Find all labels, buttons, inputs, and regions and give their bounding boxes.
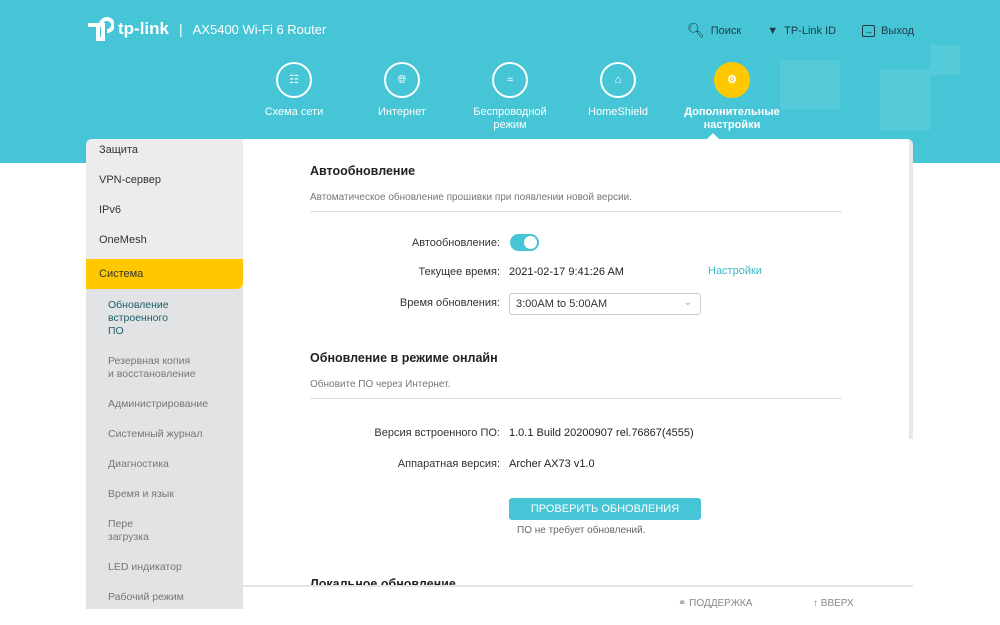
globe-icon: 🌐︎ bbox=[384, 62, 420, 98]
sidebar-item-onemesh[interactable]: OneMesh bbox=[86, 229, 243, 259]
support-link[interactable]: ⚭ ПОДДЕРЖКА bbox=[678, 598, 752, 609]
nav-homeshield[interactable]: ⌂ HomeShield bbox=[564, 62, 672, 132]
sub-diagnostics[interactable]: Диагностика bbox=[86, 458, 243, 471]
top-label: ВВЕРХ bbox=[820, 598, 854, 609]
sub-reboot[interactable]: Пере загрузка bbox=[86, 518, 149, 544]
check-updates-button[interactable]: ПРОВЕРИТЬ ОБНОВЛЕНИЯ bbox=[509, 498, 701, 520]
search-label: Поиск bbox=[710, 24, 742, 37]
hardware-version-label: Аппаратная версия: bbox=[397, 458, 500, 470]
footer: ⚭ ПОДДЕРЖКА ↑ ВВЕРХ bbox=[243, 585, 913, 625]
sub-system-log[interactable]: Системный журнал bbox=[86, 428, 243, 441]
sidebar-item-vpn[interactable]: VPN-сервер bbox=[86, 169, 243, 199]
sidebar-item-ipv6[interactable]: IPv6 bbox=[86, 199, 243, 229]
content-card: Защита VPN-сервер IPv6 OneMesh Система О… bbox=[86, 139, 913, 609]
sub-administration[interactable]: Администрирование bbox=[86, 398, 243, 411]
auto-update-toggle[interactable] bbox=[510, 234, 539, 251]
sub-operation-mode[interactable]: Рабочий режим bbox=[86, 591, 243, 604]
logout-icon: → bbox=[862, 24, 876, 37]
search-button[interactable]: 🔍︎ Поиск bbox=[687, 22, 741, 39]
sidebar: Защита VPN-сервер IPv6 OneMesh Система О… bbox=[86, 139, 243, 609]
nav-internet[interactable]: 🌐︎ Интернет bbox=[348, 62, 456, 132]
nav-label: HomeShield bbox=[588, 106, 648, 118]
tp-link-logo-icon bbox=[88, 17, 114, 41]
tplink-id-button[interactable]: ▼ TP-Link ID bbox=[767, 22, 836, 39]
wifi-icon: ≈ bbox=[492, 62, 528, 98]
firmware-version-value: 1.0.1 Build 20200907 rel.76867(4555) bbox=[509, 427, 694, 439]
auto-update-desc: Автоматическое обновление прошивки при п… bbox=[310, 192, 842, 212]
search-icon: 🔍︎ bbox=[686, 22, 705, 38]
nav-label: Беспроводной режим bbox=[473, 106, 547, 131]
support-label: ПОДДЕРЖКА bbox=[689, 598, 753, 609]
update-window-value: 3:00AM to 5:00AM bbox=[516, 298, 608, 310]
logout-button[interactable]: → Выход bbox=[862, 22, 914, 39]
logout-label: Выход bbox=[881, 24, 914, 37]
online-update-desc: Обновите ПО через Интернет. bbox=[310, 379, 842, 399]
sidebar-item-system[interactable]: Система bbox=[86, 259, 243, 289]
router-model: AX5400 Wi-Fi 6 Router bbox=[192, 21, 327, 37]
settings-link[interactable]: Настройки bbox=[708, 265, 762, 277]
back-to-top-link[interactable]: ↑ ВВЕРХ bbox=[813, 598, 854, 609]
sub-led[interactable]: LED индикатор bbox=[86, 561, 243, 574]
nav-label: Интернет bbox=[378, 106, 426, 118]
nav-advanced[interactable]: ⚙ Дополнительные настройки bbox=[672, 62, 792, 132]
current-time-value: 2021-02-17 9:41:26 AM bbox=[509, 266, 624, 278]
user-icon: ▼ bbox=[767, 24, 779, 37]
chevron-down-icon: ⌄ bbox=[683, 297, 692, 308]
nav-label: Схема сети bbox=[264, 106, 324, 118]
gear-icon: ⚙ bbox=[714, 62, 750, 98]
update-window-label: Время обновления: bbox=[399, 297, 500, 309]
nav-wireless[interactable]: ≈ Беспроводной режим bbox=[456, 62, 564, 132]
update-status: ПО не требует обновлений. bbox=[517, 525, 646, 536]
sub-firmware-update[interactable]: Обновление встроенного ПО bbox=[86, 299, 186, 338]
arrow-up-icon: ↑ bbox=[813, 598, 821, 609]
nav-network-map[interactable]: ☷ Схема сети bbox=[240, 62, 348, 132]
online-update-title: Обновление в режиме онлайн bbox=[310, 351, 498, 365]
update-window-select[interactable]: 3:00AM to 5:00AM ⌄ bbox=[509, 293, 701, 315]
nav-label: Дополнительные настройки bbox=[684, 106, 780, 131]
sidebar-item-security[interactable]: Защита bbox=[86, 139, 243, 169]
brand-name: tp-link bbox=[118, 19, 169, 38]
sub-backup[interactable]: Резервная копия и восстановление bbox=[86, 355, 196, 381]
headset-icon: ⚭ bbox=[678, 598, 690, 609]
network-map-icon: ☷ bbox=[276, 62, 312, 98]
house-shield-icon: ⌂ bbox=[600, 62, 636, 98]
sub-time-language[interactable]: Время и язык bbox=[86, 488, 243, 501]
auto-update-title: Автообновление bbox=[310, 164, 416, 178]
hardware-version-value: Archer AX73 v1.0 bbox=[509, 458, 595, 470]
tp-link-logo[interactable]: tp-link | AX5400 Wi-Fi 6 Router bbox=[86, 17, 326, 41]
auto-update-label: Автообновление: bbox=[411, 237, 500, 249]
firmware-version-label: Версия встроенного ПО: bbox=[374, 427, 500, 439]
scrollbar[interactable] bbox=[909, 139, 913, 439]
tplink-id-label: TP-Link ID bbox=[784, 24, 837, 37]
current-time-label: Текущее время: bbox=[418, 266, 500, 278]
